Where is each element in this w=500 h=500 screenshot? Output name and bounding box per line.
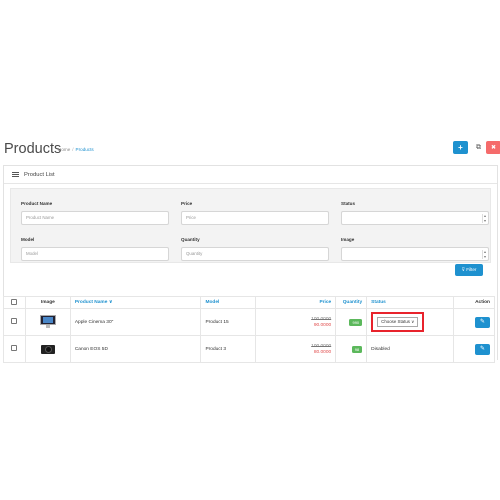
product-name-cell: Apple Cinema 30" bbox=[69, 308, 202, 336]
breadcrumb-separator: / bbox=[72, 147, 74, 152]
row-checkbox[interactable] bbox=[11, 318, 18, 324]
pencil-icon: ✎ bbox=[479, 318, 486, 325]
col-price[interactable]: Price bbox=[255, 296, 337, 309]
product-action-cell: ✎ bbox=[453, 308, 495, 336]
add-new-button[interactable]: + bbox=[453, 141, 468, 154]
col-product-name[interactable]: Product Name ∨ bbox=[69, 296, 202, 309]
table-header-row: Image Product Name ∨ Model Price Quantit… bbox=[3, 296, 495, 309]
product-quantity-cell: 98 bbox=[335, 335, 368, 363]
edit-button[interactable]: ✎ bbox=[475, 343, 490, 355]
product-action-cell: ✎ bbox=[453, 335, 495, 363]
old-price: 100.0000 bbox=[311, 316, 332, 322]
panel-heading: Product List bbox=[4, 166, 497, 184]
list-icon bbox=[12, 171, 19, 179]
filter-image-label: Image bbox=[341, 237, 355, 242]
panel-title: Product List bbox=[24, 171, 55, 178]
filter-price-label: Price bbox=[181, 201, 193, 206]
status-highlight: Choose Status ∨ bbox=[371, 312, 425, 332]
product-model-cell: Product 15 bbox=[200, 308, 257, 336]
filter-quantity-input[interactable]: Quantity bbox=[181, 247, 329, 261]
copy-button[interactable]: ⧉ bbox=[471, 141, 486, 154]
filter-form: Product Name Product Name Price Price St… bbox=[10, 188, 491, 263]
product-status-cell: Disabled bbox=[366, 335, 454, 363]
filter-product-name-input[interactable]: Product Name bbox=[21, 211, 169, 225]
filter-price-input[interactable]: Price bbox=[181, 211, 329, 225]
row-select-cell bbox=[3, 335, 26, 363]
page-header: Products Home / Products + ⧉ ✖ bbox=[4, 140, 500, 162]
copy-icon: ⧉ bbox=[476, 144, 481, 151]
filter-button[interactable]: ⊽ Filter bbox=[455, 264, 483, 276]
product-model-cell: Product 3 bbox=[200, 335, 257, 363]
col-model[interactable]: Model bbox=[200, 296, 257, 309]
filter-model-label: Model bbox=[21, 237, 35, 242]
row-checkbox[interactable] bbox=[11, 345, 18, 351]
monitor-thumbnail-icon bbox=[39, 314, 56, 328]
pencil-icon: ✎ bbox=[479, 345, 486, 352]
camera-thumbnail-icon bbox=[40, 343, 55, 354]
select-all-checkbox[interactable] bbox=[11, 298, 18, 305]
col-action: Action bbox=[453, 296, 495, 309]
table-row: Apple Cinema 30" Product 15 100.0000 90.0… bbox=[3, 308, 495, 336]
plus-icon: + bbox=[458, 142, 463, 152]
product-image-cell bbox=[24, 335, 71, 363]
breadcrumb-home[interactable]: Home bbox=[58, 147, 70, 152]
product-name-cell: Canon EOS 5D bbox=[69, 335, 202, 363]
edit-button[interactable]: ✎ bbox=[475, 316, 490, 328]
row-select-cell bbox=[3, 308, 26, 336]
filter-product-name-label: Product Name bbox=[21, 201, 53, 206]
select-arrows-icon: ▴ ▾ bbox=[482, 213, 486, 223]
select-arrows-icon: ▴ ▾ bbox=[482, 249, 486, 259]
product-price-cell: 100.0000 80.0000 bbox=[255, 335, 337, 363]
page-title: Products bbox=[4, 141, 62, 157]
col-status[interactable]: Status bbox=[366, 296, 454, 309]
product-quantity-cell: 990 bbox=[335, 308, 368, 336]
status-select[interactable]: Choose Status ∨ bbox=[377, 317, 419, 327]
product-status-cell: Choose Status ∨ bbox=[366, 308, 454, 336]
filter-status-label: Status bbox=[341, 201, 356, 206]
product-table: Image Product Name ∨ Model Price Quantit… bbox=[3, 296, 495, 363]
breadcrumb-current[interactable]: Products bbox=[76, 147, 94, 152]
filter-status-select[interactable]: ▴ ▾ bbox=[341, 211, 489, 225]
product-price-cell: 100.0000 90.0000 bbox=[255, 308, 337, 336]
special-price: 90.0000 bbox=[313, 322, 332, 328]
table-row: Canon EOS 5D Product 3 100.0000 80.0000 9… bbox=[3, 335, 495, 363]
old-price: 100.0000 bbox=[311, 343, 332, 349]
col-image: Image bbox=[24, 296, 71, 309]
select-all-cell bbox=[3, 296, 26, 309]
special-price: 80.0000 bbox=[313, 349, 332, 355]
col-quantity[interactable]: Quantity bbox=[335, 296, 368, 309]
filter-quantity-label: Quantity bbox=[181, 237, 200, 242]
quantity-badge: 990 bbox=[349, 318, 363, 326]
product-image-cell bbox=[24, 308, 71, 336]
close-icon: ✖ bbox=[490, 144, 497, 151]
quantity-badge: 98 bbox=[351, 345, 363, 353]
breadcrumb: Home / Products bbox=[58, 147, 94, 152]
filter-model-input[interactable]: Model bbox=[21, 247, 169, 261]
filter-image-select[interactable]: ▴ ▾ bbox=[341, 247, 489, 261]
delete-button[interactable]: ✖ bbox=[486, 141, 500, 154]
